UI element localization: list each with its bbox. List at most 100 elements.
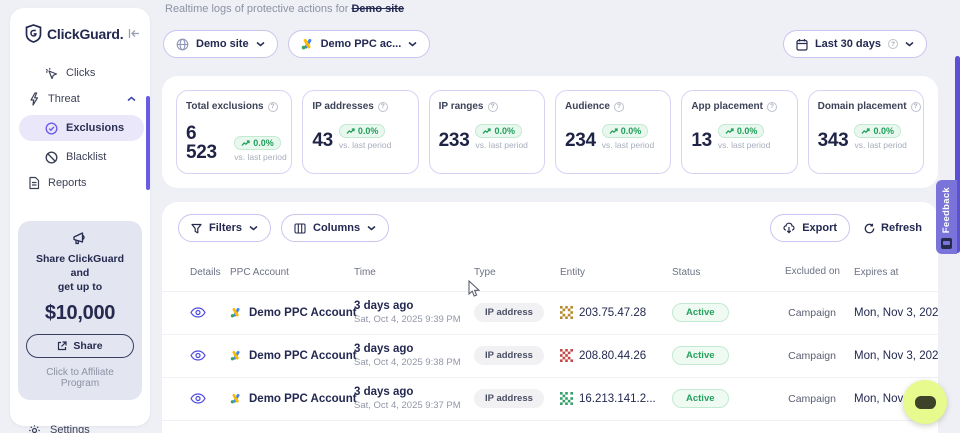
- affiliate-promo-card[interactable]: Share ClickGuard and get up to $10,000 S…: [18, 221, 142, 400]
- help-icon[interactable]: [911, 102, 921, 112]
- trend-badge: 0.0%: [339, 124, 386, 138]
- table-header-row: Details PPC Account Time Type Entity Sta…: [162, 252, 938, 291]
- trend-badge: 0.0%: [234, 136, 281, 150]
- details-eye-icon[interactable]: [178, 393, 230, 404]
- sidebar-scroll-indicator[interactable]: [146, 96, 150, 190]
- funnel-icon: [191, 223, 202, 234]
- stat-card-domain-placement: Domain placement 343 0.0% vs. last perio…: [808, 90, 924, 174]
- column-header-account[interactable]: PPC Account: [230, 267, 354, 278]
- columns-dropdown[interactable]: Columns: [281, 214, 389, 242]
- column-header-entity[interactable]: Entity: [560, 267, 672, 278]
- promo-footer-text: Click to Affiliate Program: [26, 367, 134, 389]
- time-absolute: Sat, Oct 4, 2025 9:38 PM: [354, 357, 474, 368]
- site-filter-dropdown[interactable]: Demo site: [163, 30, 278, 58]
- column-header-type[interactable]: Type: [474, 267, 560, 278]
- chat-launcher-button[interactable]: [903, 380, 947, 424]
- sidebar-item-threat[interactable]: Threat: [10, 87, 150, 111]
- sidebar-nav: Clicks Threat Exclusions Blacklist: [10, 59, 150, 197]
- trend-badge: 0.0%: [718, 124, 765, 138]
- stat-value: 43: [312, 131, 333, 150]
- chevron-down-icon: [256, 41, 265, 47]
- time-relative: 3 days ago: [354, 343, 474, 355]
- sidebar-item-blacklist[interactable]: Blacklist: [10, 145, 150, 169]
- help-icon[interactable]: [268, 102, 278, 112]
- help-icon[interactable]: [614, 102, 624, 112]
- sidebar-item-reports[interactable]: Reports: [10, 171, 150, 195]
- feedback-widget-icon: [941, 238, 952, 249]
- chevron-up-icon[interactable]: [127, 96, 136, 102]
- table-row[interactable]: Demo PPC Account 3 days ago Sat, Oct 4, …: [162, 377, 938, 420]
- sidebar-item-exclusions[interactable]: Exclusions: [19, 115, 144, 141]
- sidebar-item-label: Exclusions: [66, 122, 124, 134]
- table-row[interactable]: Demo PPC Account 3 days ago Sat, Oct 4, …: [162, 334, 938, 377]
- document-icon: [28, 176, 40, 190]
- ppc-account-filter-label: Demo PPC ac...: [321, 38, 402, 50]
- share-button[interactable]: Share: [26, 334, 134, 358]
- external-link-icon: [57, 341, 67, 351]
- export-button[interactable]: Export: [770, 214, 850, 242]
- stat-label: Audience: [565, 101, 610, 112]
- stat-label: Domain placement: [818, 101, 907, 112]
- sidebar-item-settings[interactable]: Settings: [10, 424, 150, 433]
- excluded-on-value: Campaign: [764, 350, 840, 362]
- stat-label: IP ranges: [439, 101, 484, 112]
- column-header-excluded-on[interactable]: Excluded on: [764, 266, 840, 279]
- help-icon[interactable]: [378, 102, 388, 112]
- sidebar-item-label: Reports: [48, 177, 87, 189]
- stat-card-audience: Audience 234 0.0% vs. last period: [555, 90, 671, 174]
- stat-sub-label: vs. last period: [718, 140, 770, 150]
- type-badge: IP address: [474, 389, 544, 408]
- expires-at-value: Mon, Nov 3, 2025: [840, 307, 938, 319]
- ppc-account-filter-dropdown[interactable]: Demo PPC ac...: [288, 30, 431, 58]
- chevron-down-icon: [905, 41, 914, 47]
- table-row[interactable]: Demo PPC Account 3 days ago Sat, Oct 4, …: [162, 291, 938, 334]
- trend-badge: 0.0%: [475, 124, 522, 138]
- ppc-account-name: Demo PPC Account: [249, 307, 357, 319]
- ban-icon: [45, 151, 58, 164]
- trend-badge: 0.0%: [854, 124, 901, 138]
- help-icon[interactable]: [767, 102, 777, 112]
- feedback-tab[interactable]: Feedback: [936, 180, 957, 254]
- column-header-status[interactable]: Status: [672, 267, 764, 278]
- settings-label: Settings: [50, 424, 90, 433]
- sidebar-item-label: Blacklist: [66, 151, 106, 163]
- trend-badge: 0.0%: [602, 124, 649, 138]
- column-header-time[interactable]: Time: [354, 267, 474, 278]
- sidebar-item-label: Clicks: [66, 67, 95, 79]
- table-row[interactable]: 3 days ago: [162, 420, 938, 433]
- entity-value: 203.75.47.28: [579, 307, 646, 319]
- logs-table-panel: Filters Columns Export: [162, 202, 938, 433]
- globe-icon: [176, 38, 189, 51]
- refresh-icon: [864, 223, 875, 234]
- stats-panel: Total exclusions 6 523 0.0% vs. last per…: [162, 76, 938, 188]
- megaphone-icon: [72, 231, 88, 246]
- subtitle-site-name: Demo site: [351, 3, 404, 15]
- type-badge: IP address: [474, 303, 544, 322]
- stat-value: 234: [565, 131, 596, 150]
- time-absolute: Sat, Oct 4, 2025 9:37 PM: [354, 400, 474, 411]
- sidebar-collapse-icon[interactable]: [128, 28, 140, 39]
- chat-bubble-icon: [915, 396, 936, 409]
- help-icon: [888, 39, 898, 49]
- expires-at-value: Mon, Nov 3, 2025: [840, 350, 938, 362]
- time-relative: 3 days ago: [354, 300, 474, 312]
- filters-dropdown[interactable]: Filters: [178, 214, 271, 242]
- cloud-download-icon: [783, 222, 795, 234]
- site-filter-label: Demo site: [196, 38, 249, 50]
- promo-amount: $10,000: [26, 302, 134, 325]
- table-toolbar: Filters Columns Export: [162, 202, 938, 252]
- status-badge: Active: [672, 346, 729, 365]
- column-header-details[interactable]: Details: [178, 267, 230, 278]
- column-header-expires-at[interactable]: Expires at: [840, 267, 922, 278]
- ppc-account-name: Demo PPC Account: [249, 350, 357, 362]
- details-eye-icon[interactable]: [178, 307, 230, 318]
- details-eye-icon[interactable]: [178, 350, 230, 361]
- stat-label: Total exclusions: [186, 101, 264, 112]
- date-range-dropdown[interactable]: Last 30 days: [783, 30, 927, 58]
- refresh-button[interactable]: Refresh: [864, 222, 922, 234]
- sidebar: ClickGuard. Clicks Threat Exclusions: [10, 8, 150, 426]
- help-icon[interactable]: [488, 102, 498, 112]
- time-relative: 3 days ago: [354, 386, 474, 398]
- stat-card-app-placement: App placement 13 0.0% vs. last period: [681, 90, 797, 174]
- sidebar-item-clicks[interactable]: Clicks: [10, 61, 150, 85]
